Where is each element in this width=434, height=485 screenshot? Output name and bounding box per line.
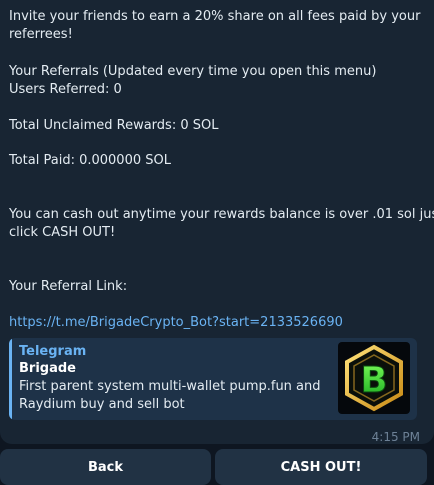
back-button[interactable]: Back <box>0 449 211 485</box>
message-text-line: You can cash out anytime your rewards ba… <box>9 207 434 222</box>
preview-site-name: Telegram <box>19 344 87 359</box>
message-text-line: click CASH OUT! <box>9 225 116 240</box>
brigade-logo-thumbnail[interactable]: B <box>338 342 410 414</box>
preview-description: First parent system multi-wallet pump.fu… <box>19 379 321 412</box>
referral-link[interactable]: https://t.me/BrigadeCrypto_Bot?start=213… <box>9 314 343 332</box>
message-text-line: referrees! <box>9 27 73 42</box>
message-text-line: Invite your friends to earn a 20% share … <box>9 9 421 24</box>
svg-text:B: B <box>360 360 387 401</box>
link-preview-card[interactable]: Telegram Brigade First parent system mul… <box>9 338 417 420</box>
cash-out-button[interactable]: CASH OUT! <box>215 449 427 485</box>
message-bubble: Invite your friends to earn a 20% share … <box>0 0 434 444</box>
message-text-line: Your Referrals (Updated every time you o… <box>9 64 377 79</box>
unclaimed-rewards-text: Total Unclaimed Rewards: 0 SOL <box>9 118 219 133</box>
referral-link-label: Your Referral Link: <box>9 279 128 294</box>
message-timestamp: 4:15 PM <box>371 430 420 444</box>
preview-accent-bar <box>9 338 12 420</box>
preview-title: Brigade <box>19 361 76 376</box>
total-paid-text: Total Paid: 0.000000 SOL <box>9 153 171 168</box>
brigade-logo-icon: B <box>345 344 403 412</box>
users-referred-text: Users Referred: 0 <box>9 82 122 97</box>
